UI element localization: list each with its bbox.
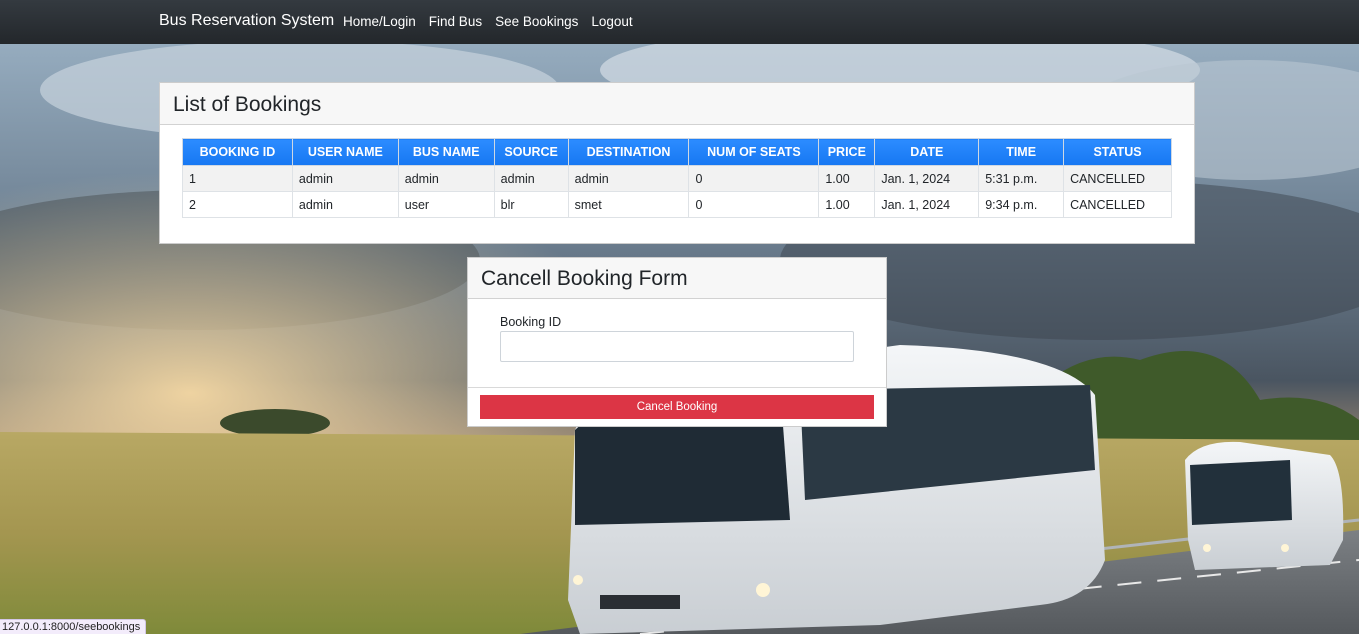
cell-bus-name: admin bbox=[397, 165, 495, 192]
bookings-title: List of Bookings bbox=[173, 93, 322, 116]
cancel-form-title: Cancell Booking Form bbox=[481, 267, 688, 290]
booking-id-input[interactable] bbox=[500, 331, 854, 362]
cell-num-of-seats: 0 bbox=[688, 165, 820, 192]
cell-destination: admin bbox=[567, 165, 690, 192]
cell-price: 1.00 bbox=[818, 165, 876, 192]
booking-id-label: Booking ID bbox=[500, 315, 562, 329]
cell-time: 9:34 p.m. bbox=[978, 191, 1065, 218]
status-bar-url: 127.0.0.1:8000/seebookings bbox=[0, 619, 147, 634]
bookings-card: List of Bookings BOOKING ID USER NAME BU… bbox=[159, 82, 1195, 244]
bookings-table: BOOKING ID USER NAME BUS NAME SOURCE DES… bbox=[182, 138, 1172, 218]
column-header-price[interactable]: PRICE bbox=[818, 138, 876, 166]
nav-link-find-bus[interactable]: Find Bus bbox=[429, 14, 482, 29]
cell-user-name: admin bbox=[291, 191, 399, 218]
bookings-card-header: List of Bookings bbox=[160, 83, 1194, 125]
column-header-booking-id[interactable]: BOOKING ID bbox=[182, 138, 293, 166]
nav-links: Home/Login Find Bus See Bookings Logout bbox=[343, 14, 633, 29]
cell-booking-id: 2 bbox=[182, 191, 293, 218]
column-header-num-of-seats[interactable]: NUM OF SEATS bbox=[688, 138, 820, 166]
nav-link-home-login[interactable]: Home/Login bbox=[343, 14, 416, 29]
column-header-source[interactable]: SOURCE bbox=[493, 138, 569, 166]
cell-status: CANCELLED bbox=[1063, 191, 1172, 218]
column-header-user-name[interactable]: USER NAME bbox=[291, 138, 399, 166]
table-header-row: BOOKING ID USER NAME BUS NAME SOURCE DES… bbox=[182, 138, 1172, 166]
cell-user-name: admin bbox=[291, 165, 399, 192]
cell-date: Jan. 1, 2024 bbox=[874, 191, 980, 218]
column-header-date[interactable]: DATE bbox=[874, 138, 980, 166]
column-header-status[interactable]: STATUS bbox=[1063, 138, 1172, 166]
table-row: 2 admin user blr smet 0 1.00 Jan. 1, 202… bbox=[182, 191, 1172, 218]
cancel-booking-button[interactable]: Cancel Booking bbox=[480, 395, 874, 419]
column-header-time[interactable]: TIME bbox=[978, 138, 1065, 166]
cell-source: blr bbox=[493, 191, 569, 218]
navbar: Bus Reservation System Home/Login Find B… bbox=[0, 0, 1359, 44]
brand-link[interactable]: Bus Reservation System bbox=[159, 12, 334, 30]
cell-status: CANCELLED bbox=[1063, 165, 1172, 192]
column-header-destination[interactable]: DESTINATION bbox=[567, 138, 690, 166]
cancel-form-header: Cancell Booking Form bbox=[468, 258, 886, 299]
nav-link-see-bookings[interactable]: See Bookings bbox=[495, 14, 578, 29]
nav-link-logout[interactable]: Logout bbox=[591, 14, 632, 29]
cell-booking-id: 1 bbox=[182, 165, 293, 192]
table-row: 1 admin admin admin admin 0 1.00 Jan. 1,… bbox=[182, 165, 1172, 192]
cell-destination: smet bbox=[567, 191, 690, 218]
cell-source: admin bbox=[493, 165, 569, 192]
form-divider bbox=[468, 387, 886, 388]
column-header-bus-name[interactable]: BUS NAME bbox=[397, 138, 495, 166]
cell-date: Jan. 1, 2024 bbox=[874, 165, 980, 192]
cancel-booking-form: Cancell Booking Form Booking ID Cancel B… bbox=[467, 257, 887, 427]
cell-bus-name: user bbox=[397, 191, 495, 218]
cell-time: 5:31 p.m. bbox=[978, 165, 1065, 192]
cell-price: 1.00 bbox=[818, 191, 876, 218]
cell-num-of-seats: 0 bbox=[688, 191, 820, 218]
